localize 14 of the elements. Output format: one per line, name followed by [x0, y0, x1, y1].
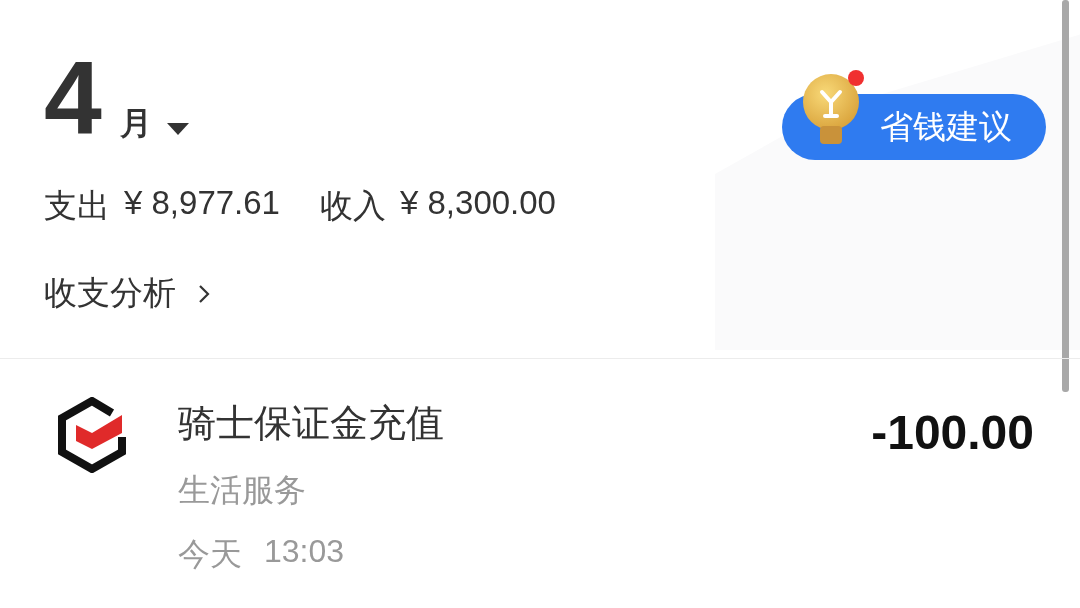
expense-amount: ¥ 8,977.61	[124, 184, 280, 223]
expense-label: 支出	[44, 186, 110, 226]
transaction-title[interactable]: 骑士保证金充值	[178, 401, 872, 447]
transaction-time: 13:03	[264, 532, 345, 571]
income-label: 收入	[320, 186, 386, 226]
caret-icon[interactable]	[165, 122, 190, 136]
income-amount: ¥ 8,300.00	[400, 184, 556, 223]
transaction-day: 今天	[178, 532, 242, 577]
transaction-amount: -100.00	[871, 405, 1034, 460]
transaction-category: 生活服务	[178, 470, 307, 510]
analysis-link[interactable]: 收支分析	[44, 271, 176, 316]
month-number: 4	[44, 46, 102, 150]
month-unit: 月	[119, 104, 152, 143]
chevron-right-icon[interactable]	[198, 283, 210, 304]
